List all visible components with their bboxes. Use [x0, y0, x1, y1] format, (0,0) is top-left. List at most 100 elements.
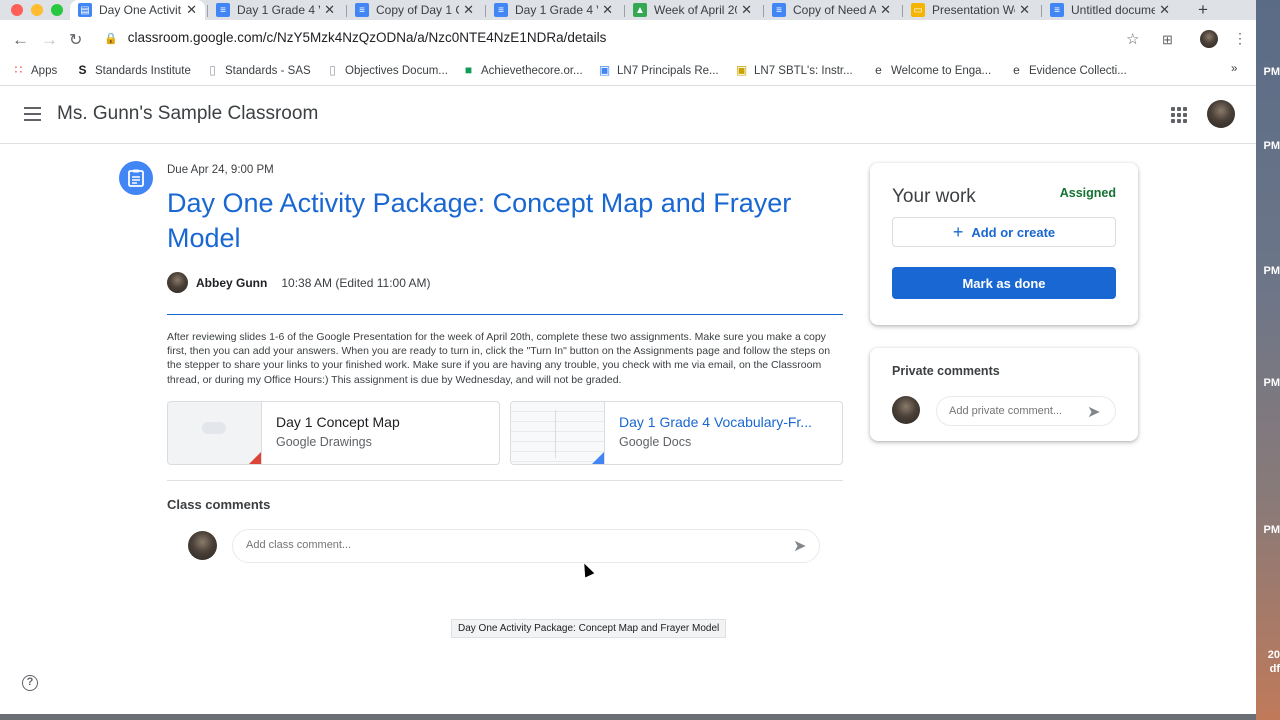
tab-label: Day One Activit — [99, 3, 182, 17]
tab-label: Day 1 Grade 4 V — [237, 3, 321, 17]
bookmark-star-icon[interactable]: ☆ — [1126, 30, 1139, 48]
bookmark-label: Standards - SAS — [225, 64, 311, 77]
close-tab-icon[interactable]: ✕ — [880, 2, 891, 18]
yellow-board-icon: ▣ — [735, 63, 748, 77]
close-tab-icon[interactable]: ✕ — [463, 2, 474, 18]
close-tab-icon[interactable]: ✕ — [186, 2, 197, 18]
tab-label: Week of April 20 — [654, 3, 738, 17]
apps-grid-icon: ∷ — [14, 63, 23, 77]
drawing-thumbnail — [168, 402, 262, 464]
bookmark-item[interactable]: ▯ Objectives Docum... — [326, 64, 448, 77]
tab-separator — [1041, 5, 1042, 17]
desktop-text: 20 — [1267, 649, 1280, 661]
docs-icon: ≡ — [216, 3, 230, 17]
close-tab-icon[interactable]: ✕ — [741, 2, 752, 18]
class-comments-heading: Class comments — [167, 497, 271, 512]
bookmark-label: Objectives Docum... — [345, 64, 448, 77]
private-comments-title: Private comments — [892, 364, 1000, 378]
plus-icon: + — [952, 221, 964, 242]
chrome-menu-icon[interactable]: ⋮ — [1233, 30, 1247, 47]
bookmark-item[interactable]: e Welcome to Enga... — [872, 64, 991, 77]
tab-label: Presentation We — [932, 3, 1016, 17]
bookmark-label: Welcome to Enga... — [891, 64, 992, 77]
account-avatar[interactable] — [1207, 100, 1235, 128]
mark-as-done-button[interactable]: Mark as done — [892, 267, 1116, 299]
tab-separator — [902, 5, 903, 17]
send-icon[interactable]: ➤ — [793, 536, 806, 556]
title-tooltip: Day One Activity Package: Concept Map an… — [451, 619, 727, 638]
close-tab-icon[interactable]: ✕ — [1159, 2, 1170, 18]
docs-icon: ≡ — [772, 3, 786, 17]
tab-bar: ▤ Day One Activit ✕ ≡ Day 1 Grade 4 V ✕ ≡ Copy … — [0, 0, 1256, 20]
bookmark-item[interactable]: ▣ LN7 SBTL's: Instr... — [735, 64, 853, 77]
bookmark-label: LN7 Principals Re... — [617, 64, 719, 77]
bookmark-item[interactable]: ▯ Standards - SAS — [206, 64, 311, 77]
class-comment-input[interactable] — [246, 539, 766, 551]
browser-tab[interactable]: ≡ Copy of Need A ✕ — [764, 0, 899, 20]
close-window-icon[interactable] — [11, 4, 23, 16]
new-tab-button[interactable]: + — [1190, 0, 1216, 20]
attachment-card[interactable]: Day 1 Concept Map Google Drawings — [167, 401, 500, 465]
tab-separator — [207, 5, 208, 17]
class-name[interactable]: Ms. Gunn's Sample Classroom — [57, 103, 318, 125]
section-divider — [167, 480, 843, 481]
tab-separator — [763, 5, 764, 17]
bookmark-item[interactable]: ■ Achievethecore.or... — [462, 64, 583, 77]
forward-arrow-icon[interactable]: → — [41, 30, 58, 50]
desktop-text: PM — [1263, 524, 1280, 536]
assignment-icon — [119, 161, 153, 195]
browser-tab[interactable]: ▲ Week of April 20 ✕ — [625, 0, 760, 20]
bookmark-item[interactable]: e Evidence Collecti... — [1010, 64, 1127, 77]
author-avatar — [167, 272, 188, 293]
close-tab-icon[interactable]: ✕ — [1019, 2, 1030, 18]
address-bar[interactable]: 🔒 classroom.google.com/c/NzY5Mzk4NzQzODNa… — [104, 30, 606, 45]
attachment-card[interactable]: Day 1 Grade 4 Vocabulary-Fr... Google Do… — [510, 401, 843, 465]
browser-tab[interactable]: ≡ Day 1 Grade 4 V ✕ — [486, 0, 621, 20]
minimize-window-icon[interactable] — [31, 4, 43, 16]
close-tab-icon[interactable]: ✕ — [602, 2, 613, 18]
engage-icon: e — [875, 63, 882, 77]
bookmark-item[interactable]: S Standards Institute — [76, 64, 191, 77]
title-divider — [167, 314, 843, 315]
help-icon[interactable]: ? — [22, 675, 38, 691]
private-comment-input[interactable] — [949, 405, 1084, 417]
bookmark-label: Apps — [31, 64, 58, 77]
close-tab-icon[interactable]: ✕ — [324, 2, 335, 18]
browser-tab[interactable]: ≡ Copy of Day 1 C ✕ — [347, 0, 482, 20]
hamburger-menu-icon[interactable] — [24, 107, 41, 125]
classroom-icon: ▤ — [78, 3, 92, 17]
bookmark-item[interactable]: ∷ Apps — [12, 63, 58, 77]
browser-tab[interactable]: ▭ Presentation We ✕ — [903, 0, 1038, 20]
docs-icon: ≡ — [355, 3, 369, 17]
send-icon[interactable]: ➤ — [1087, 402, 1100, 422]
bookmarks-overflow-icon[interactable]: » — [1231, 63, 1237, 75]
extension-icon[interactable]: ⊞ — [1162, 32, 1173, 48]
tab-separator — [346, 5, 347, 17]
drive-icon: ▲ — [633, 3, 647, 17]
green-square-icon: ■ — [464, 63, 473, 77]
tab-separator — [624, 5, 625, 17]
your-work-title: Your work — [892, 186, 976, 207]
browser-tab[interactable]: ▤ Day One Activit ✕ — [70, 0, 205, 20]
zoom-window-icon[interactable] — [51, 4, 63, 16]
status-badge: Assigned — [1059, 186, 1116, 200]
bookmark-item[interactable]: ▣ LN7 Principals Re... — [598, 64, 719, 77]
assignment-title: Day One Activity Package: Concept Map an… — [167, 188, 792, 253]
class-comment-field[interactable]: ➤ — [232, 529, 820, 563]
back-arrow-icon[interactable]: ← — [12, 30, 29, 50]
add-or-create-button[interactable]: + Add or create — [892, 217, 1116, 247]
browser-tab[interactable]: ≡ Untitled docume ✕ — [1042, 0, 1178, 20]
bookmark-label: Standards Institute — [95, 64, 191, 77]
profile-avatar[interactable] — [1200, 30, 1218, 48]
google-apps-icon[interactable] — [1171, 107, 1187, 123]
author-name: Abbey Gunn — [196, 275, 268, 290]
your-work-card: Your work Assigned + Add or create Mark … — [870, 163, 1138, 325]
due-date: Due Apr 24, 9:00 PM — [167, 164, 274, 176]
reload-icon[interactable]: ↻ — [69, 30, 82, 50]
bookmark-label: Achievethecore.or... — [481, 64, 583, 77]
private-comments-card: Private comments ➤ — [870, 348, 1138, 441]
classroom-header: Ms. Gunn's Sample Classroom — [0, 86, 1256, 144]
private-comment-field[interactable]: ➤ — [936, 396, 1116, 426]
browser-tab[interactable]: ≡ Day 1 Grade 4 V ✕ — [208, 0, 343, 20]
tab-label: Untitled docume — [1071, 3, 1156, 17]
